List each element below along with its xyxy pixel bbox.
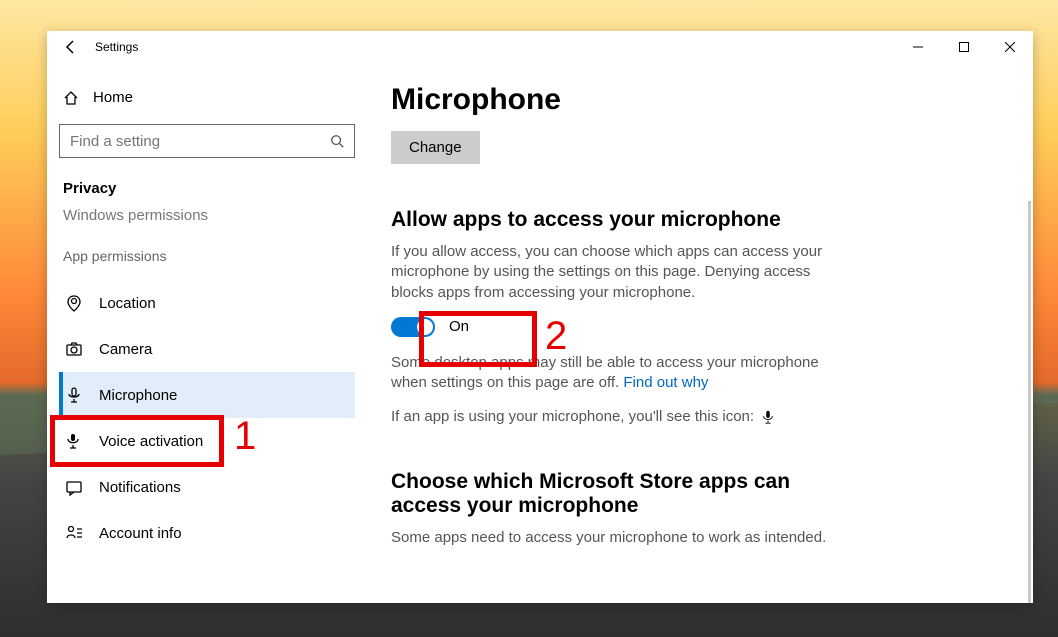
location-icon	[65, 294, 83, 312]
scrollbar[interactable]	[1028, 201, 1031, 603]
home-nav[interactable]: Home	[59, 83, 355, 124]
sidebar-item-notifications[interactable]: Notifications	[59, 464, 355, 510]
home-label: Home	[93, 89, 133, 106]
search-box[interactable]	[59, 124, 355, 158]
notifications-icon	[65, 478, 83, 496]
minimize-button[interactable]	[895, 31, 941, 63]
change-button[interactable]: Change	[391, 131, 480, 164]
sidebar-item-label: Voice activation	[99, 433, 203, 450]
sidebar-item-microphone[interactable]: Microphone	[59, 372, 355, 418]
back-arrow-icon	[63, 39, 79, 55]
choose-description: Some apps need to access your microphone…	[391, 528, 831, 548]
voice-icon	[65, 432, 83, 450]
search-icon	[330, 134, 344, 148]
sidebar-item-label: Location	[99, 295, 156, 312]
microphone-icon	[65, 386, 83, 404]
desktop-apps-note: Some desktop apps may still be able to a…	[391, 353, 831, 394]
find-out-why-link[interactable]: Find out why	[623, 374, 708, 391]
toggle-state-label: On	[449, 318, 469, 335]
settings-window: Settings Home Privacy Windows permission…	[47, 31, 1033, 603]
maximize-button[interactable]	[941, 31, 987, 63]
minimize-icon	[913, 42, 923, 52]
titlebar: Settings	[47, 31, 1033, 63]
mic-status-icon	[758, 408, 774, 425]
sidebar-item-label: Camera	[99, 341, 152, 358]
choose-heading: Choose which Microsoft Store apps can ac…	[391, 470, 831, 518]
search-input[interactable]	[70, 133, 330, 150]
window-title: Settings	[95, 40, 138, 54]
sidebar-item-account-info[interactable]: Account info	[59, 510, 355, 556]
allow-toggle[interactable]	[391, 317, 435, 337]
sidebar-category: Privacy	[59, 174, 355, 203]
sidebar-item-camera[interactable]: Camera	[59, 326, 355, 372]
page-title: Microphone	[391, 83, 1003, 117]
close-icon	[1005, 42, 1015, 52]
sidebar-group-label: App permissions	[59, 248, 355, 280]
maximize-icon	[959, 42, 969, 52]
sidebar-truncated-item[interactable]: Windows permissions	[59, 203, 355, 248]
account-icon	[65, 524, 83, 542]
home-icon	[63, 90, 79, 106]
sidebar-item-voice-activation[interactable]: Voice activation	[59, 418, 355, 464]
back-button[interactable]	[51, 31, 91, 63]
allow-toggle-row: On	[391, 317, 1003, 337]
sidebar-item-label: Notifications	[99, 479, 181, 496]
sidebar-item-label: Account info	[99, 525, 182, 542]
window-controls	[895, 31, 1033, 63]
sidebar-item-location[interactable]: Location	[59, 280, 355, 326]
camera-icon	[65, 340, 83, 358]
sidebar-item-label: Microphone	[99, 387, 177, 404]
allow-heading: Allow apps to access your microphone	[391, 208, 1003, 232]
using-mic-note: If an app is using your microphone, you'…	[391, 407, 831, 427]
allow-description: If you allow access, you can choose whic…	[391, 242, 831, 303]
sidebar: Home Privacy Windows permissions App per…	[47, 63, 367, 603]
close-button[interactable]	[987, 31, 1033, 63]
content-area: Microphone Change Allow apps to access y…	[367, 63, 1033, 603]
